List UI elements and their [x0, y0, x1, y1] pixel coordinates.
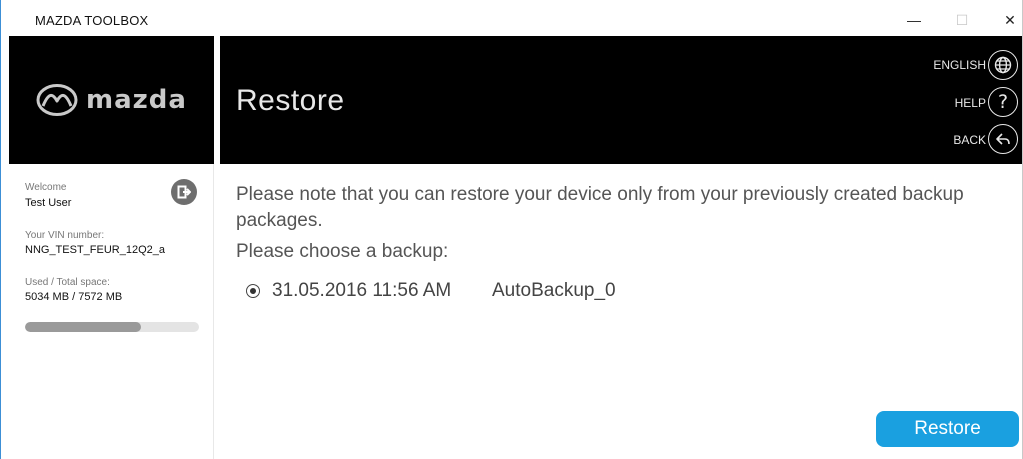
- globe-icon: [994, 56, 1012, 74]
- help-button[interactable]: ?: [988, 87, 1018, 117]
- backup-name: AutoBackup_0: [492, 280, 616, 301]
- sidebar: Welcome Test User Your VIN number: NNG_T…: [9, 164, 214, 459]
- help-link[interactable]: HELP: [955, 96, 986, 110]
- space-value: 5034 MB / 7572 MB: [25, 291, 123, 303]
- minimize-icon: —: [907, 12, 921, 28]
- restore-note: Please note that you can restore your de…: [236, 184, 964, 231]
- space-progress-bar: [25, 322, 199, 332]
- close-icon: ✕: [1004, 11, 1016, 28]
- title-bar: MAZDA TOOLBOX — ☐ ✕: [1, 0, 1022, 36]
- maximize-button[interactable]: ☐: [947, 8, 977, 32]
- page-header: Restore ENGLISH HELP ? BACK: [220, 36, 1022, 164]
- mazda-logo-icon: [36, 84, 78, 116]
- back-icon: [996, 133, 1010, 145]
- backup-radio[interactable]: [246, 284, 260, 298]
- vin-value: NNG_TEST_FEUR_12Q2_a: [25, 244, 165, 256]
- close-button[interactable]: ✕: [995, 8, 1023, 32]
- logout-button[interactable]: [171, 179, 197, 205]
- space-label: Used / Total space:: [25, 277, 110, 288]
- window-title: MAZDA TOOLBOX: [35, 13, 149, 28]
- backup-date: 31.05.2016 11:56 AM: [272, 280, 452, 301]
- logo-panel: mazda: [9, 36, 214, 164]
- welcome-label: Welcome: [25, 182, 67, 193]
- space-progress-fill: [25, 322, 141, 332]
- logout-icon: [177, 185, 191, 199]
- help-icon: ?: [997, 91, 1009, 113]
- radio-selected-dot: [250, 288, 256, 294]
- backup-option[interactable]: 31.05.2016 11:56 AM AutoBackup_0: [246, 280, 616, 302]
- language-link[interactable]: ENGLISH: [933, 58, 986, 72]
- mazda-logo: mazda: [36, 84, 187, 116]
- choose-backup-label: Please choose a backup:: [236, 241, 449, 262]
- restore-button[interactable]: Restore: [876, 411, 1019, 447]
- back-link[interactable]: BACK: [953, 133, 986, 147]
- page-title: Restore: [236, 84, 345, 117]
- back-button[interactable]: [988, 124, 1018, 154]
- maximize-icon: ☐: [955, 11, 969, 28]
- main-content: Please note that you can restore your de…: [220, 164, 1022, 459]
- language-button[interactable]: [988, 50, 1018, 80]
- app-window: MAZDA TOOLBOX — ☐ ✕ mazda Welcome Test U…: [0, 0, 1023, 459]
- vin-label: Your VIN number:: [25, 230, 105, 241]
- user-name: Test User: [25, 197, 72, 209]
- minimize-button[interactable]: —: [899, 8, 929, 32]
- mazda-wordmark: mazda: [86, 85, 187, 115]
